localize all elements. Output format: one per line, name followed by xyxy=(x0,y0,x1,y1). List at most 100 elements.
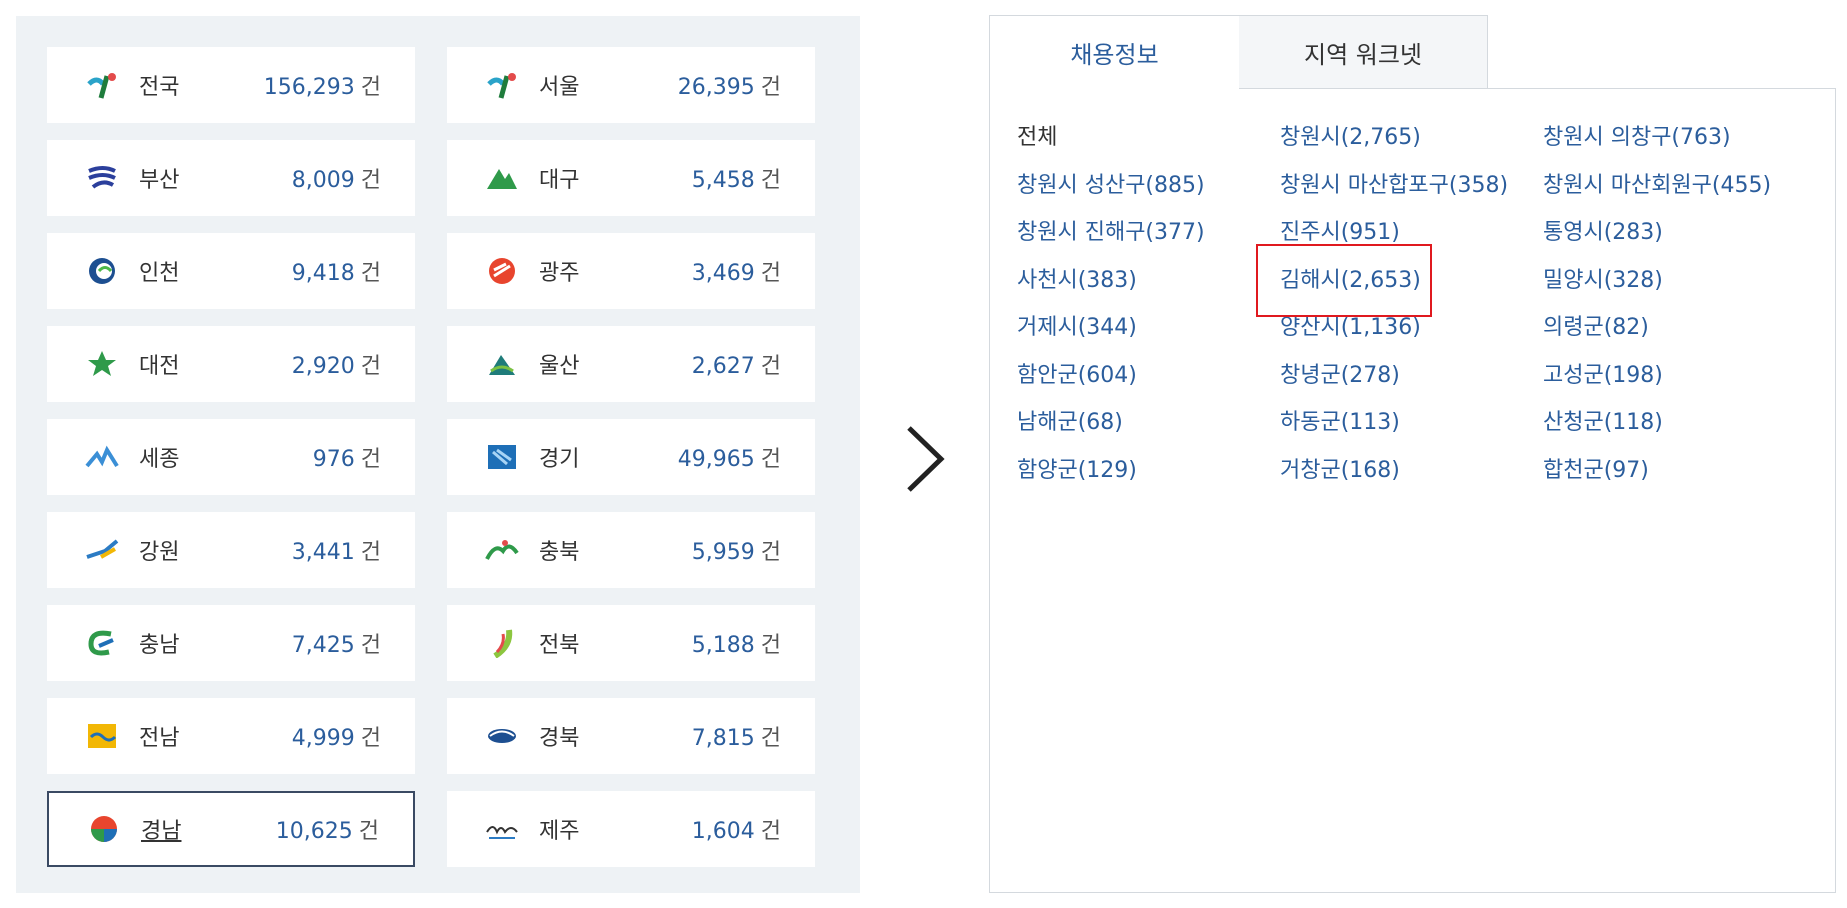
sub-region-link[interactable]: 통영시(283) xyxy=(1543,217,1806,265)
region-card[interactable]: 대구 5,458 건 xyxy=(447,140,815,216)
job-count-unit: 건 xyxy=(360,726,381,751)
sejong-icon xyxy=(85,442,119,472)
sub-region-link[interactable]: 산청군(118) xyxy=(1543,407,1806,455)
region-name: 경기 xyxy=(539,447,580,472)
job-count: 9,418 건 xyxy=(292,255,381,287)
sub-region-link[interactable]: 창원시 진해구(377) xyxy=(1017,217,1280,265)
job-count-value: 9,418 xyxy=(291,261,355,286)
region-card[interactable]: 인천 9,418 건 xyxy=(47,233,415,309)
sub-region-link[interactable]: 창원시 마산회원구(455) xyxy=(1543,170,1806,218)
chungnam-icon xyxy=(85,628,119,658)
busan-icon xyxy=(85,163,119,193)
job-count-unit: 건 xyxy=(360,261,381,286)
region-card[interactable]: 경북 7,815 건 xyxy=(447,698,815,774)
region-name: 경남 xyxy=(141,819,182,844)
region-name: 인천 xyxy=(139,261,180,286)
region-card[interactable]: 강원 3,441 건 xyxy=(47,512,415,588)
job-count: 5,959 건 xyxy=(692,534,781,566)
region-card[interactable]: 전북 5,188 건 xyxy=(447,605,815,681)
job-count: 3,441 건 xyxy=(292,534,381,566)
job-count: 5,188 건 xyxy=(692,627,781,659)
job-count-unit: 건 xyxy=(760,726,781,751)
jeju-icon xyxy=(485,814,519,844)
region-card[interactable]: 광주 3,469 건 xyxy=(447,233,815,309)
region-card[interactable]: 경기 49,965 건 xyxy=(447,419,815,495)
sub-region-link[interactable]: 사천시(383) xyxy=(1017,265,1280,313)
region-card[interactable]: 전남 4,999 건 xyxy=(47,698,415,774)
sub-region-link[interactable]: 밀양시(328) xyxy=(1543,265,1806,313)
job-count-value: 5,458 xyxy=(691,168,755,193)
sub-region-link[interactable]: 남해군(68) xyxy=(1017,407,1280,455)
sub-region-link[interactable]: 함안군(604) xyxy=(1017,360,1280,408)
region-card[interactable]: 서울 26,395 건 xyxy=(447,47,815,123)
job-count-value: 4,999 xyxy=(291,726,355,751)
job-count-unit: 건 xyxy=(360,75,381,100)
job-count-unit: 건 xyxy=(760,447,781,472)
region-card[interactable]: 세종 976 건 xyxy=(47,419,415,495)
job-count-value: 3,469 xyxy=(691,261,755,286)
sub-region-link[interactable]: 고성군(198) xyxy=(1543,360,1806,408)
tab-job-info[interactable]: 채용정보 xyxy=(989,15,1239,89)
sub-region-link[interactable]: 김해시(2,653) xyxy=(1280,265,1543,313)
region-card[interactable]: 제주 1,604 건 xyxy=(447,791,815,867)
sub-region-link[interactable]: 함양군(129) xyxy=(1017,455,1280,503)
job-count-unit: 건 xyxy=(760,633,781,658)
region-card[interactable]: 대전 2,920 건 xyxy=(47,326,415,402)
sub-region-link[interactable]: 거창군(168) xyxy=(1280,455,1543,503)
region-card[interactable]: 충남 7,425 건 xyxy=(47,605,415,681)
region-card[interactable]: 전국 156,293 건 xyxy=(47,47,415,123)
job-count: 7,425 건 xyxy=(292,627,381,659)
region-panel: 전국 156,293 건 서울 26,395 건 부산 8,009 건 대구 5,458 건 인천 9,4… xyxy=(16,16,860,893)
job-count: 10,625 건 xyxy=(276,813,379,845)
sub-region-link[interactable]: 거제시(344) xyxy=(1017,312,1280,360)
job-count: 2,627 건 xyxy=(692,348,781,380)
region-card[interactable]: 충북 5,959 건 xyxy=(447,512,815,588)
region-card[interactable]: 부산 8,009 건 xyxy=(47,140,415,216)
job-count-unit: 건 xyxy=(358,819,379,844)
gyeongnam-icon xyxy=(87,814,121,844)
sub-region-link[interactable]: 의령군(82) xyxy=(1543,312,1806,360)
sub-region-link[interactable]: 진주시(951) xyxy=(1280,217,1543,265)
sub-region-link[interactable]: 합천군(97) xyxy=(1543,455,1806,503)
region-card[interactable]: 울산 2,627 건 xyxy=(447,326,815,402)
job-count-unit: 건 xyxy=(360,168,381,193)
job-count-unit: 건 xyxy=(360,633,381,658)
job-count: 2,920 건 xyxy=(292,348,381,380)
region-name: 광주 xyxy=(539,261,580,286)
sub-region-link[interactable]: 창녕군(278) xyxy=(1280,360,1543,408)
jeonnam-icon xyxy=(85,721,119,751)
job-count-unit: 건 xyxy=(760,354,781,379)
sub-region-link[interactable]: 양산시(1,136) xyxy=(1280,312,1543,360)
region-card[interactable]: 경남 10,625 건 xyxy=(47,791,415,867)
region-name: 제주 xyxy=(539,819,580,844)
gyeonggi-icon xyxy=(485,442,519,472)
job-count-value: 976 xyxy=(312,447,355,472)
sub-region-all-link[interactable]: 전체 xyxy=(1017,122,1280,170)
job-count: 7,815 건 xyxy=(692,720,781,752)
tab-regional-worknet[interactable]: 지역 워크넷 xyxy=(1238,15,1488,89)
job-count-value: 49,965 xyxy=(677,447,755,472)
region-grid: 전국 156,293 건 서울 26,395 건 부산 8,009 건 대구 5,458 건 인천 9,4… xyxy=(47,47,815,867)
region-name: 세종 xyxy=(139,447,180,472)
job-count-value: 8,009 xyxy=(291,168,355,193)
job-count: 976 건 xyxy=(313,441,381,473)
job-count-unit: 건 xyxy=(760,540,781,565)
sub-region-link[interactable]: 창원시 마산합포구(358) xyxy=(1280,170,1543,218)
sub-region-link[interactable]: 하동군(113) xyxy=(1280,407,1543,455)
sub-region-link[interactable]: 창원시 성산구(885) xyxy=(1017,170,1280,218)
job-count-value: 5,959 xyxy=(691,540,755,565)
job-count-unit: 건 xyxy=(360,354,381,379)
daegu-icon xyxy=(485,163,519,193)
region-name: 경북 xyxy=(539,726,580,751)
region-name: 대구 xyxy=(539,168,580,193)
job-count: 4,999 건 xyxy=(292,720,381,752)
region-name: 부산 xyxy=(139,168,180,193)
gwangju-icon xyxy=(485,256,519,286)
national-icon xyxy=(85,70,119,100)
sub-region-link[interactable]: 창원시(2,765) xyxy=(1280,122,1543,170)
sub-region-list: 전체 창원시(2,765) 창원시 의창구(763) 창원시 성산구(885) 창원시 … xyxy=(1017,122,1806,502)
sub-region-link[interactable]: 창원시 의창구(763) xyxy=(1543,122,1806,170)
chevron-right-icon xyxy=(907,426,945,492)
job-count-value: 10,625 xyxy=(275,819,353,844)
jeonbuk-icon xyxy=(485,628,519,658)
